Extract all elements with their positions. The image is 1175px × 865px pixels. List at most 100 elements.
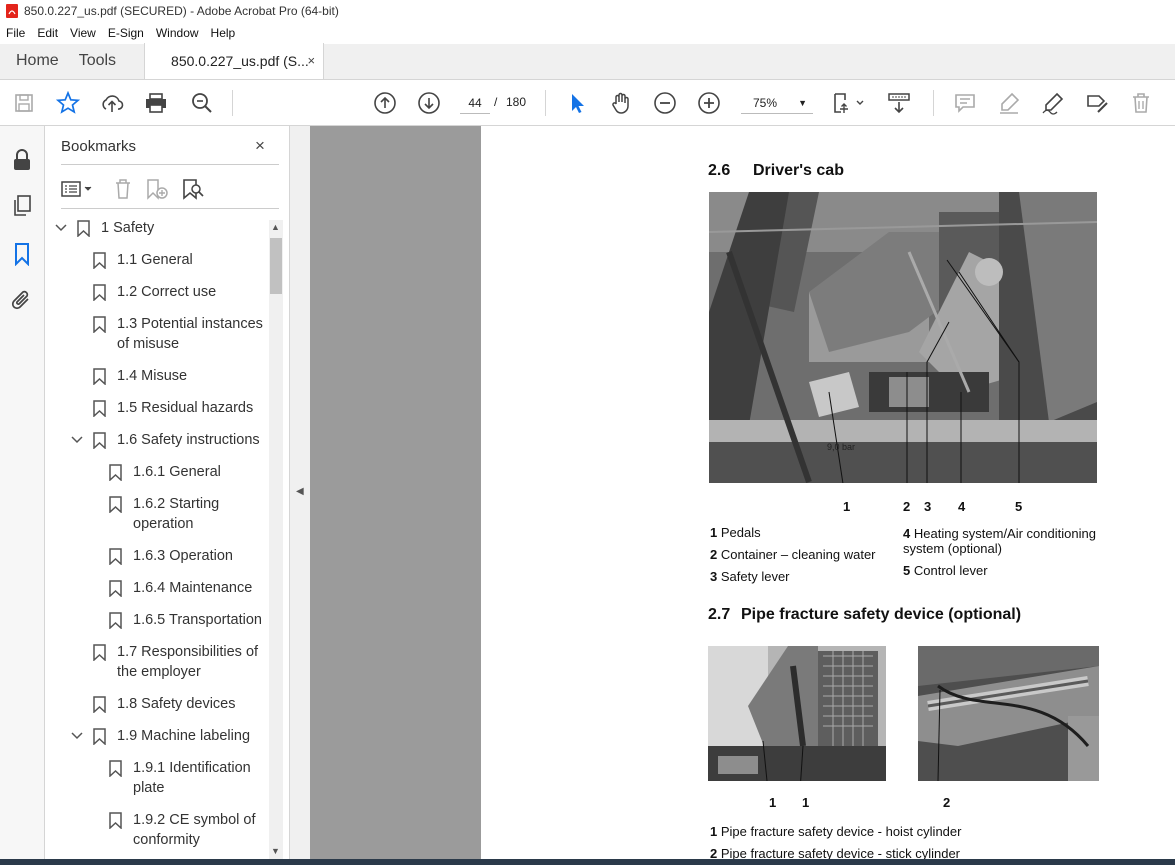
select-cursor-icon[interactable] (565, 91, 589, 115)
tab-document[interactable]: 850.0.227_us.pdf (S... × (144, 43, 325, 79)
zoom-level-value: 75% (753, 96, 778, 110)
menu-esign[interactable]: E-Sign (102, 26, 150, 40)
bookmark-label: 1.4 Misuse (117, 368, 188, 384)
bookmark-label: 1.8 Safety devices (117, 696, 236, 712)
highlight-icon[interactable] (997, 91, 1021, 115)
delete-bookmark-icon[interactable] (111, 176, 135, 202)
bookmark-label: 1.6.1 General (133, 464, 221, 480)
callout-label: 2 (943, 795, 951, 810)
bookmark-label: 1.9.2 CE symbol of conformity (133, 812, 256, 848)
title-bar: 850.0.227_us.pdf (SECURED) - Adobe Acrob… (0, 0, 1175, 22)
bookmark-icon (109, 760, 122, 778)
callout-label: 1 (769, 795, 777, 810)
callout-label: 1 (843, 499, 851, 514)
menu-help[interactable]: Help (205, 26, 242, 40)
zoom-search-icon[interactable] (190, 91, 214, 115)
section-title: Driver's cab (753, 162, 844, 179)
close-icon[interactable]: × (255, 136, 265, 156)
bookmark-label: 1.6.4 Maintenance (133, 580, 253, 596)
bookmark-label: 1 Safety (101, 220, 155, 236)
delete-icon[interactable] (1129, 91, 1153, 115)
sign-icon[interactable] (1041, 91, 1065, 115)
hand-icon[interactable] (609, 91, 633, 115)
bookmarks-scrollbar[interactable]: ▲ ▼ (269, 220, 283, 860)
zoom-level-select[interactable]: 75% ▼ (741, 92, 813, 114)
scroll-down-icon[interactable]: ▼ (271, 846, 280, 856)
callout-label: 3 (924, 499, 932, 514)
drivers-cab-photo: 9,0 bar (709, 192, 1097, 483)
bookmark-icon (109, 548, 122, 566)
chevron-down-icon: ▼ (798, 98, 807, 108)
pages-thumbnails-icon[interactable] (10, 194, 34, 218)
bookmark-icon (77, 220, 90, 238)
stick-cylinder-photo (918, 646, 1099, 781)
scroll-mode-icon[interactable] (887, 91, 911, 115)
legend-item: 2 Container – cleaning water (710, 547, 876, 562)
options-menu-icon[interactable] (61, 176, 95, 202)
menu-view[interactable]: View (64, 26, 102, 40)
chevron-left-icon[interactable]: ◀ (296, 486, 304, 497)
new-bookmark-icon[interactable] (145, 176, 169, 202)
bookmark-panel-icon[interactable] (10, 242, 34, 267)
gauge-label: 9,0 bar (827, 442, 855, 452)
chevron-down-icon[interactable] (55, 218, 67, 245)
bookmark-icon (109, 464, 122, 482)
navigation-rail (0, 126, 45, 865)
page-up-icon[interactable] (373, 91, 397, 115)
divider (61, 164, 279, 165)
menu-edit[interactable]: Edit (31, 26, 64, 40)
chevron-down-icon[interactable] (71, 726, 83, 753)
document-viewer[interactable]: 2.6 Driver's cab 9,0 bar 1 2 3 4 5 1 Ped… (310, 126, 1175, 865)
bookmark-icon (109, 812, 122, 830)
save-icon[interactable] (12, 91, 36, 115)
bookmark-label: 1.6.5 Transportation (133, 612, 262, 628)
tab-tools[interactable]: Tools (75, 43, 132, 79)
comment-icon[interactable] (953, 91, 977, 115)
section-number: 2.6 (708, 162, 731, 179)
bookmark-tree: 1 Safety 1.1 General 1.2 Correct use 1.3 Po… (55, 218, 270, 865)
bookmark-icon (93, 644, 106, 662)
scroll-up-icon[interactable]: ▲ (271, 222, 280, 232)
pdf-page: 2.6 Driver's cab 9,0 bar 1 2 3 4 5 1 Ped… (481, 126, 1175, 865)
taskbar (0, 859, 1175, 865)
toolbar-divider (232, 90, 233, 116)
menu-window[interactable]: Window (150, 26, 205, 40)
legend-item: 1 Pipe fracture safety device - hoist cy… (710, 824, 962, 839)
menu-bar: File Edit View E-Sign Window Help (0, 22, 1175, 44)
panel-collapse-bar[interactable]: ◀ (290, 126, 310, 865)
bookmark-label: 1.6 Safety instructions (117, 432, 260, 448)
zoom-out-icon[interactable] (653, 91, 677, 115)
tab-home[interactable]: Home (0, 43, 75, 79)
star-icon[interactable] (56, 91, 80, 115)
zoom-in-icon[interactable] (697, 91, 721, 115)
section-number: 2.7 (708, 606, 731, 623)
find-bookmark-icon[interactable] (181, 176, 205, 202)
fill-sign-icon[interactable] (1085, 91, 1109, 115)
page-fit-icon[interactable] (832, 91, 866, 115)
legend-item: 5 Control lever (903, 563, 988, 578)
scrollbar-thumb[interactable] (270, 238, 282, 294)
page-number-input[interactable]: 44 (460, 92, 490, 114)
bookmark-icon (93, 316, 106, 334)
tab-bar: Home Tools 850.0.227_us.pdf (S... × (0, 43, 1175, 80)
page-total: 180 (506, 95, 527, 109)
callout-label: 5 (1015, 499, 1023, 514)
acrobat-pdf-icon (6, 4, 18, 18)
chevron-down-icon[interactable] (71, 430, 83, 457)
bookmark-icon (93, 728, 106, 746)
bookmark-icon (109, 496, 122, 514)
lock-icon[interactable] (10, 148, 34, 172)
print-icon[interactable] (144, 91, 168, 115)
tab-close-icon[interactable]: × (307, 53, 315, 68)
upload-icon[interactable] (100, 91, 124, 115)
page-down-icon[interactable] (417, 91, 441, 115)
bookmark-label: 1.6.3 Operation (133, 548, 233, 564)
window-title: 850.0.227_us.pdf (SECURED) - Adobe Acrob… (24, 4, 339, 18)
attachment-icon[interactable] (10, 288, 34, 312)
bookmark-label: 1.5 Residual hazards (117, 400, 254, 416)
bookmark-icon (93, 368, 106, 386)
menu-file[interactable]: File (0, 26, 31, 40)
bookmarks-panel-title: Bookmarks (61, 138, 137, 155)
bookmark-icon (93, 400, 106, 418)
bookmark-label: 1.1 General (117, 252, 193, 268)
